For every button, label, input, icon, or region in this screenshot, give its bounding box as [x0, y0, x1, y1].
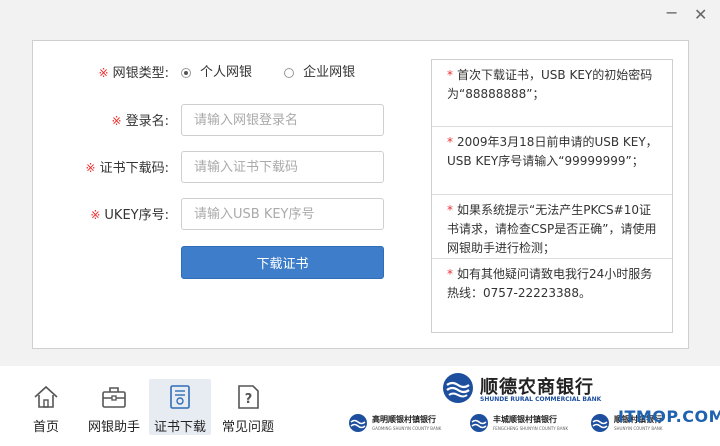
- watermark: ITMOP.COM: [618, 407, 720, 426]
- nav-faq-label: 常见问题: [221, 420, 274, 435]
- close-button[interactable]: ✕: [694, 6, 707, 24]
- note-item: * 首次下载证书，USB KEY的初始密码为“88888888”；: [432, 60, 672, 127]
- nav-bank-assistant[interactable]: 网银助手: [83, 379, 145, 435]
- note-text: 如果系统提示“无法产生PKCS#10证书请求，请检查CSP是否正确”，请使用网银…: [447, 203, 657, 255]
- login-name-input[interactable]: [181, 104, 384, 136]
- ukey-row: ※ UKEY序号:: [33, 198, 423, 232]
- note-text: 如有其他疑问请致电我行24小时服务热线：0757-22223388。: [447, 267, 653, 300]
- login-label-text: 登录名:: [125, 114, 169, 129]
- required-mark: ※: [90, 208, 101, 222]
- sub-bank-logo-icon: [349, 414, 367, 432]
- bottom-navigation-bar: 首页 网银助手 证书下载 ? 常见问题 顺德农商银行 SHUNDE RURAL …: [0, 366, 720, 446]
- sub-bank-name: 丰城顺银村镇银行: [493, 415, 557, 424]
- nav-home-label: 首页: [32, 420, 59, 435]
- minimize-button[interactable]: −: [665, 4, 678, 22]
- bank-type-label: ※ 网银类型:: [99, 56, 169, 90]
- bank-type-label-text: 网银类型:: [112, 66, 169, 81]
- sub-bank-name-en: FENGCHENG SHUNYIN COUNTY BANK: [493, 426, 569, 431]
- required-mark: ※: [85, 161, 96, 175]
- certificate-icon: [170, 385, 190, 409]
- cert-download-code-input[interactable]: [181, 151, 384, 183]
- ukey-label-text: UKEY序号:: [104, 208, 169, 223]
- home-icon: [34, 385, 58, 408]
- sub-bank-logo: 丰城顺银村镇银行 FENGCHENG SHUNYIN COUNTY BANK: [469, 412, 584, 436]
- radio-personal-banking[interactable]: 个人网银: [181, 56, 252, 90]
- cert-code-row: ※ 证书下载码:: [33, 151, 423, 185]
- radio-corporate-label: 企业网银: [303, 65, 356, 80]
- nav-assistant-label: 网银助手: [87, 420, 140, 435]
- cert-code-label-text: 证书下载码:: [99, 161, 169, 176]
- bank-logo: 顺德农商银行 SHUNDE RURAL COMMERCIAL BANK: [442, 372, 612, 406]
- login-label: ※ 登录名:: [112, 104, 169, 138]
- sub-bank-name: 高明顺银村镇银行: [372, 415, 436, 424]
- nav-certificate-label: 证书下载: [153, 420, 206, 435]
- bank-type-radio-group: 个人网银 企业网银: [181, 56, 383, 90]
- note-text: 2009年3月18日前申请的USB KEY，USB KEY序号请输入“99999…: [447, 135, 658, 168]
- sub-bank-name-en: GAOMING SHUNYIN COUNTY BANK: [372, 426, 442, 431]
- toolbox-icon: [102, 387, 126, 408]
- download-certificate-button[interactable]: 下载证书: [181, 246, 384, 279]
- note-item: * 如有其他疑问请致电我行24小时服务热线：0757-22223388。: [432, 259, 672, 329]
- radio-personal-label: 个人网银: [200, 65, 253, 80]
- svg-text:?: ?: [245, 392, 253, 407]
- nav-faq[interactable]: ? 常见问题: [217, 379, 279, 435]
- radio-checked-icon: [181, 68, 191, 78]
- ukey-label: ※ UKEY序号:: [90, 198, 169, 232]
- radio-corporate-banking[interactable]: 企业网银: [284, 56, 355, 90]
- sub-bank-logo-icon: [591, 414, 609, 432]
- notes-box: * 首次下载证书，USB KEY的初始密码为“88888888”； * 2009年3…: [431, 59, 673, 333]
- bank-logo-icon: [443, 373, 473, 403]
- nav-home[interactable]: 首页: [15, 379, 77, 435]
- ukey-serial-input[interactable]: [181, 198, 384, 230]
- radio-unchecked-icon: [284, 68, 295, 78]
- help-document-icon: ?: [238, 385, 259, 409]
- app-window: − ✕ ※ 网银类型: 个人网银 企业网银 ※ 登录名: 请输入网银登录名 ※ …: [0, 0, 720, 446]
- note-star: *: [447, 68, 453, 82]
- note-item: * 2009年3月18日前申请的USB KEY，USB KEY序号请输入“9999…: [432, 127, 672, 195]
- note-star: *: [447, 135, 453, 149]
- sub-bank-logo: 高明顺银村镇银行 GAOMING SHUNYIN COUNTY BANK: [348, 412, 463, 436]
- required-mark: ※: [98, 66, 109, 80]
- bank-type-row: ※ 网银类型: 个人网银 企业网银: [33, 56, 423, 90]
- nav-certificate-download[interactable]: 证书下载: [149, 379, 211, 435]
- login-row: ※ 登录名:: [33, 104, 423, 138]
- note-item: * 如果系统提示“无法产生PKCS#10证书请求，请检查CSP是否正确”，请使用网…: [432, 195, 672, 259]
- note-star: *: [447, 203, 453, 217]
- note-star: *: [447, 267, 453, 281]
- cert-code-label: ※ 证书下载码:: [86, 151, 169, 185]
- required-mark: ※: [111, 114, 122, 128]
- sub-bank-name-en: SHUNYIN COUNTY BANK: [614, 426, 663, 431]
- bank-name-en: SHUNDE RURAL COMMERCIAL BANK: [480, 396, 602, 403]
- certificate-download-panel: ※网银类型: 个人网银 企业网银 ※登录名: ※证: [32, 40, 689, 349]
- note-text: 首次下载证书，USB KEY的初始密码为“88888888”；: [447, 68, 653, 101]
- sub-bank-logo-icon: [470, 414, 488, 432]
